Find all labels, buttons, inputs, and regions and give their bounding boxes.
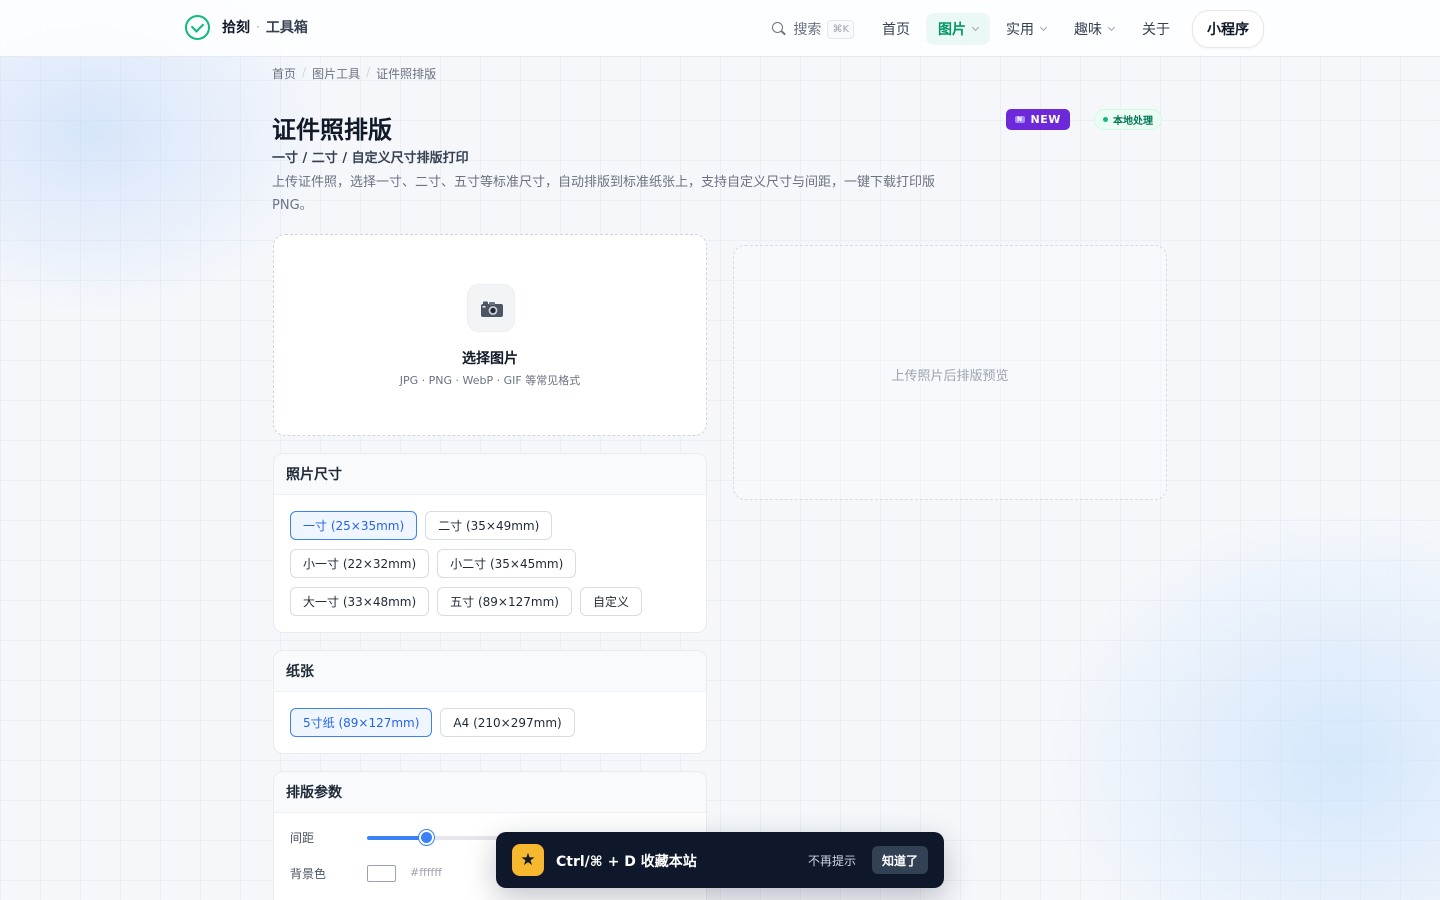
- layout-params-title: 排版参数: [274, 772, 706, 813]
- top-navbar: 拾刻 · 工具箱 搜索 ⌘K 首页 图片 实用 趣味 关于 小程序: [0, 0, 1440, 57]
- search-shortcut-hint: ⌘K: [827, 19, 854, 39]
- nav-item-label: 趣味: [1074, 22, 1102, 38]
- nav-item-fun[interactable]: 趣味: [1062, 13, 1126, 45]
- chevron-down-icon: [1107, 23, 1116, 32]
- page-title: 证件照排版: [272, 116, 392, 144]
- new-badge: N NEW: [1006, 109, 1070, 130]
- paper-option[interactable]: A4 (210×297mm): [440, 708, 575, 737]
- brand-separator: ·: [256, 20, 260, 34]
- photo-size-option[interactable]: 二寸 (35×49mm): [425, 511, 553, 540]
- camera-icon: [481, 301, 503, 317]
- paper-panel: 纸张 5寸纸 (89×127mm) A4 (210×297mm): [273, 650, 707, 754]
- nav-item-label: 图片: [938, 22, 966, 38]
- spacing-label: 间距: [290, 831, 315, 845]
- breadcrumb-separator: /: [302, 65, 307, 79]
- background-color-swatch[interactable]: [367, 865, 396, 882]
- photo-size-panel: 照片尺寸 一寸 (25×35mm) 二寸 (35×49mm) 小一寸 (22×3…: [273, 453, 707, 633]
- page-description: 上传证件照，选择一寸、二寸、五寸等标准尺寸，自动排版到标准纸张上，支持自定义尺寸…: [272, 175, 936, 213]
- preview-placeholder: 上传照片后排版预览: [891, 369, 1009, 384]
- upload-format-hint: JPG · PNG · WebP · GIF 等常见格式: [399, 374, 581, 387]
- search-icon: [772, 22, 786, 36]
- page-subtitle: 一寸 / 二寸 / 自定义尺寸排版打印: [272, 151, 469, 166]
- photo-size-option[interactable]: 一寸 (25×35mm): [290, 511, 418, 540]
- local-processing-badge: 本地处理: [1094, 109, 1162, 130]
- status-dot-icon: [1103, 117, 1108, 122]
- paper-option[interactable]: 5寸纸 (89×127mm): [290, 708, 433, 737]
- nav-item-label: 关于: [1142, 22, 1170, 38]
- new-badge-label: NEW: [1030, 113, 1061, 126]
- brand-logo-link[interactable]: 拾刻 · 工具箱: [185, 13, 308, 41]
- brand-subtitle: 工具箱: [265, 20, 308, 36]
- search-label: 搜索: [793, 22, 822, 38]
- chevron-down-icon: [971, 23, 980, 32]
- spacing-slider-fill: [367, 836, 426, 840]
- nav-item-utilities[interactable]: 实用: [994, 13, 1058, 45]
- main-nav: 搜索 ⌘K 首页 图片 实用 趣味 关于 小程序: [772, 10, 1264, 48]
- chevron-down-icon: [1039, 23, 1048, 32]
- nav-item-label: 首页: [882, 22, 910, 38]
- photo-size-options: 一寸 (25×35mm) 二寸 (35×49mm) 小一寸 (22×32mm) …: [274, 495, 706, 625]
- toast-got-it-button[interactable]: 知道了: [872, 846, 929, 874]
- spacing-slider[interactable]: [367, 830, 507, 845]
- layout-preview-area: 上传照片后排版预览: [733, 245, 1167, 500]
- new-badge-mark: N: [1015, 116, 1025, 123]
- photo-size-title: 照片尺寸: [274, 454, 706, 495]
- upload-title: 选择图片: [462, 351, 518, 367]
- nav-item-about[interactable]: 关于: [1130, 13, 1182, 45]
- photo-size-option-custom[interactable]: 自定义: [579, 587, 642, 616]
- breadcrumb-separator: /: [366, 65, 371, 79]
- paper-title: 纸张: [274, 651, 706, 692]
- local-processing-label: 本地处理: [1113, 116, 1153, 127]
- brand-name: 拾刻: [222, 20, 250, 36]
- camera-icon-tile: [467, 284, 515, 332]
- photo-size-option[interactable]: 五寸 (89×127mm): [437, 587, 572, 616]
- photo-size-option[interactable]: 小二寸 (35×45mm): [437, 549, 577, 578]
- nav-item-label: 实用: [1006, 22, 1034, 38]
- toast-dont-show-again-button[interactable]: 不再提示: [808, 852, 856, 869]
- breadcrumb-home-link[interactable]: 首页: [272, 65, 296, 82]
- background-color-value: #ffffff: [410, 866, 442, 879]
- breadcrumb-current: 证件照排版: [376, 67, 437, 81]
- nav-item-home[interactable]: 首页: [870, 13, 922, 45]
- search-button[interactable]: 搜索 ⌘K: [772, 19, 854, 39]
- photo-size-option[interactable]: 大一寸 (33×48mm): [290, 587, 430, 616]
- spacing-slider-thumb[interactable]: [418, 830, 434, 845]
- breadcrumb-image-tools-link[interactable]: 图片工具: [312, 65, 360, 82]
- paper-options: 5寸纸 (89×127mm) A4 (210×297mm): [274, 692, 706, 746]
- bookmark-toast: ★ Ctrl/⌘ + D 收藏本站 不再提示 知道了: [496, 832, 944, 888]
- clock-logo-icon: [185, 14, 210, 40]
- star-icon: ★: [512, 844, 544, 876]
- toast-message: Ctrl/⌘ + D 收藏本站: [556, 854, 697, 870]
- nav-item-images[interactable]: 图片: [926, 13, 990, 45]
- background-color-label: 背景色: [290, 867, 327, 881]
- photo-size-option[interactable]: 小一寸 (22×32mm): [290, 549, 430, 578]
- upload-dropzone[interactable]: 选择图片 JPG · PNG · WebP · GIF 等常见格式: [273, 234, 707, 436]
- mini-program-button[interactable]: 小程序: [1192, 10, 1264, 48]
- breadcrumb: 首页 / 图片工具 / 证件照排版: [272, 65, 436, 82]
